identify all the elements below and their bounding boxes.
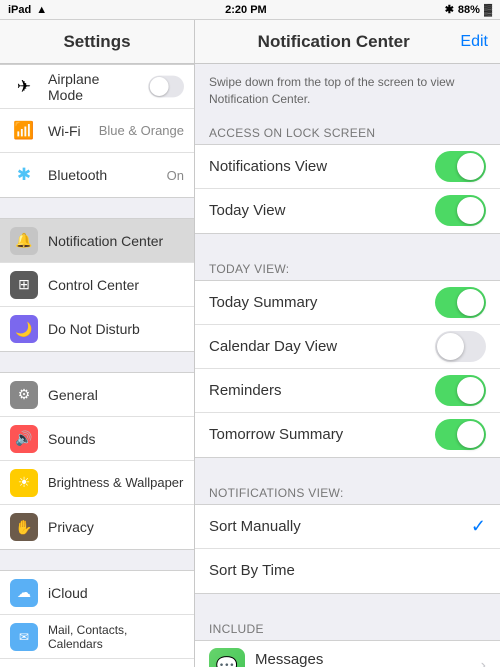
reminders-toggle[interactable] (435, 375, 486, 406)
sounds-icon: 🔊 (10, 425, 38, 453)
sidebar-spacer3 (0, 550, 194, 570)
privacy-label: Privacy (48, 519, 184, 535)
airplane-icon: ✈ (10, 73, 38, 101)
control-center-icon: ⊞ (10, 271, 38, 299)
status-right: ✱ 88% ▓ (445, 3, 492, 16)
icloud-icon: ☁ (10, 579, 38, 607)
access-lock-screen-group: Notifications View Today View (195, 144, 500, 234)
bluetooth-label: Bluetooth (48, 167, 167, 183)
ipad-label: iPad (8, 4, 31, 16)
notification-center-label: Notification Center (48, 233, 184, 249)
messages-chevron: › (481, 657, 486, 667)
sidebar-spacer1 (0, 198, 194, 218)
mail-icon: ✉ (10, 623, 38, 651)
sidebar-item-control-center[interactable]: ⊞ Control Center (0, 263, 194, 307)
notifications-view-section-header: NOTIFICATIONS VIEW: (195, 478, 500, 504)
sidebar-item-do-not-disturb[interactable]: 🌙 Do Not Disturb (0, 307, 194, 351)
include-group: 💬 Messages Badges, Banners › ☑ Reminders… (195, 640, 500, 667)
today-view-label: Today View (209, 202, 435, 219)
today-view-group: Today Summary Calendar Day View Reminder… (195, 280, 500, 458)
general-label: General (48, 387, 184, 403)
wifi-label: Wi-Fi (48, 123, 99, 139)
sidebar-spacer2 (0, 352, 194, 372)
calendar-day-view-label: Calendar Day View (209, 338, 435, 355)
mail-label: Mail, Contacts, Calendars (48, 623, 184, 651)
info-text: Swipe down from the top of the screen to… (209, 75, 454, 106)
include-header: INCLUDE (195, 614, 500, 640)
today-summary-toggle[interactable] (435, 287, 486, 318)
sidebar-item-mail[interactable]: ✉ Mail, Contacts, Calendars (0, 615, 194, 659)
today-view-row[interactable]: Today View (195, 189, 500, 233)
wifi-icon: ▲ (36, 4, 47, 16)
dnd-label: Do Not Disturb (48, 321, 184, 337)
sounds-label: Sounds (48, 431, 184, 447)
messages-app-name: Messages (255, 651, 481, 667)
general-icon: ⚙ (10, 381, 38, 409)
nav-bar: Settings Notification Center Edit (0, 20, 500, 64)
sort-manually-label: Sort Manually (209, 518, 471, 535)
sidebar-item-notification-center[interactable]: 🔔 Notification Center (0, 219, 194, 263)
brightness-label: Brightness & Wallpaper (48, 475, 184, 490)
today-view-toggle[interactable] (435, 195, 486, 226)
status-bar: iPad ▲ 2:20 PM ✱ 88% ▓ (0, 0, 500, 20)
bluetooth-icon: ✱ (445, 3, 454, 16)
sort-manually-checkmark: ✓ (471, 516, 486, 537)
sidebar-item-sounds[interactable]: 🔊 Sounds (0, 417, 194, 461)
sidebar-item-airplane[interactable]: ✈ Airplane Mode (0, 65, 194, 109)
messages-app-info: Messages Badges, Banners (255, 651, 481, 667)
right-panel: Swipe down from the top of the screen to… (195, 64, 500, 667)
sort-by-time-row[interactable]: Sort By Time (195, 549, 500, 593)
brightness-icon: ☀ (10, 469, 38, 497)
nav-right: Notification Center Edit (195, 32, 500, 52)
dnd-icon: 🌙 (10, 315, 38, 343)
calendar-day-view-row[interactable]: Calendar Day View (195, 325, 500, 369)
control-center-label: Control Center (48, 277, 184, 293)
tomorrow-summary-row[interactable]: Tomorrow Summary (195, 413, 500, 457)
notifications-view-toggle[interactable] (435, 151, 486, 182)
reminders-toggle-label: Reminders (209, 382, 435, 399)
sidebar: ✈ Airplane Mode 📶 Wi-Fi Blue & Orange ✱ … (0, 64, 195, 667)
calendar-day-view-toggle[interactable] (435, 331, 486, 362)
app-row-messages[interactable]: 💬 Messages Badges, Banners › (195, 641, 500, 667)
sort-by-time-label: Sort By Time (209, 562, 486, 579)
privacy-icon: ✋ (10, 513, 38, 541)
battery-percent: 88% (458, 4, 480, 16)
sort-manually-row[interactable]: Sort Manually ✓ (195, 505, 500, 549)
sidebar-item-wifi[interactable]: 📶 Wi-Fi Blue & Orange (0, 109, 194, 153)
sidebar-item-icloud[interactable]: ☁ iCloud (0, 571, 194, 615)
notifications-view-label: Notifications View (209, 158, 435, 175)
airplane-label: Airplane Mode (48, 71, 133, 103)
notification-center-icon: 🔔 (10, 227, 38, 255)
today-summary-row[interactable]: Today Summary (195, 281, 500, 325)
sidebar-item-privacy[interactable]: ✋ Privacy (0, 505, 194, 549)
sidebar-item-bluetooth[interactable]: ✱ Bluetooth On (0, 153, 194, 197)
nav-left-title: Settings (0, 20, 195, 63)
tomorrow-summary-toggle[interactable] (435, 419, 486, 450)
settings-title: Settings (63, 32, 130, 52)
notifications-view-group: Sort Manually ✓ Sort By Time (195, 504, 500, 594)
main-content: ✈ Airplane Mode 📶 Wi-Fi Blue & Orange ✱ … (0, 64, 500, 667)
status-time: 2:20 PM (225, 4, 267, 16)
messages-app-icon: 💬 (209, 648, 245, 667)
airplane-toggle[interactable] (148, 76, 184, 98)
wifi-icon: 📶 (10, 117, 38, 145)
access-lock-screen-header: ACCESS ON LOCK SCREEN (195, 118, 500, 144)
today-view-header: TODAY VIEW: (195, 254, 500, 280)
icloud-label: iCloud (48, 585, 184, 601)
reminders-row[interactable]: Reminders (195, 369, 500, 413)
nav-center-title: Notification Center (258, 32, 410, 52)
sidebar-item-general[interactable]: ⚙ General (0, 373, 194, 417)
sidebar-item-brightness[interactable]: ☀ Brightness & Wallpaper (0, 461, 194, 505)
today-summary-label: Today Summary (209, 294, 435, 311)
battery-icon: ▓ (484, 4, 492, 16)
bluetooth-value: On (167, 168, 184, 183)
panel-info: Swipe down from the top of the screen to… (195, 64, 500, 118)
tomorrow-summary-label: Tomorrow Summary (209, 426, 435, 443)
status-left: iPad ▲ (8, 4, 47, 16)
wifi-value: Blue & Orange (99, 123, 184, 138)
notifications-view-row[interactable]: Notifications View (195, 145, 500, 189)
edit-button[interactable]: Edit (460, 33, 488, 51)
bluetooth-icon: ✱ (10, 161, 38, 189)
sidebar-item-notes[interactable]: 📝 Notes (0, 659, 194, 667)
